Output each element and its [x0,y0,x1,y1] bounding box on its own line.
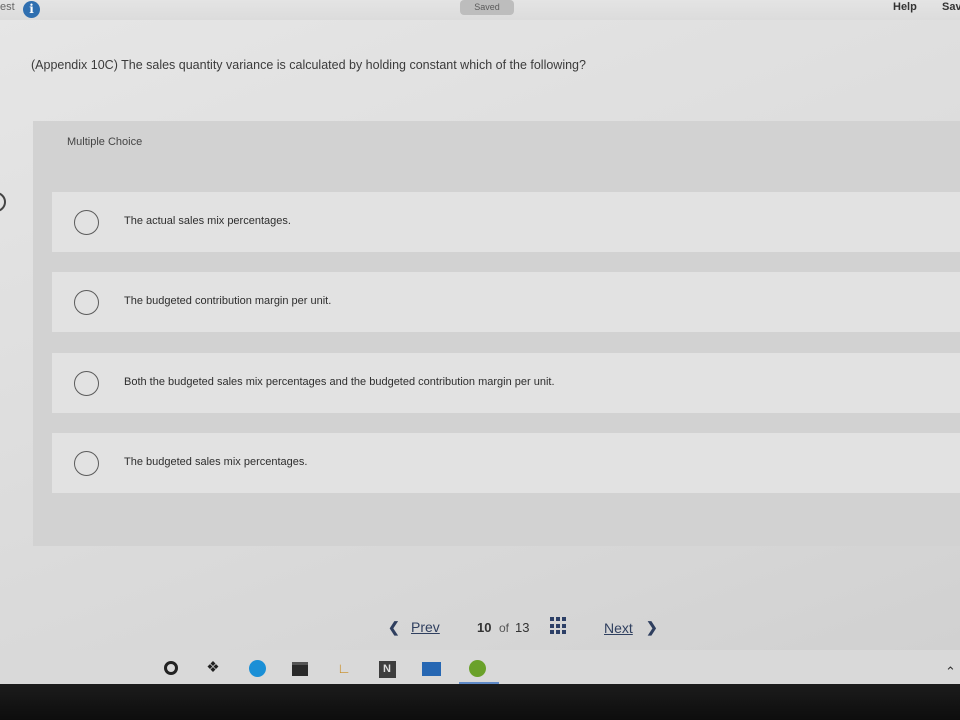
option-3[interactable]: Both the budgeted sales mix percentages … [52,353,960,413]
save-exit-link[interactable]: Sav [942,1,960,13]
left-edge-circle [0,192,6,212]
radio-button[interactable] [74,290,99,315]
top-bar: est i Saved Help Sav [0,0,960,20]
option-2[interactable]: The budgeted contribution margin per uni… [52,272,960,332]
prev-button[interactable]: Prev [411,619,440,635]
option-label: The budgeted contribution margin per uni… [124,295,332,307]
screen-bezel [0,684,960,720]
radio-button[interactable] [74,371,99,396]
cortana-icon[interactable] [160,658,182,678]
chevron-left-icon[interactable]: ❮ [388,619,400,636]
help-link[interactable]: Help [893,1,917,13]
quiz-screen: est i Saved Help Sav (Appendix 10C) The … [0,0,960,720]
next-button[interactable]: Next [604,620,633,636]
chevron-right-icon[interactable]: ❯ [646,619,658,636]
question-type-label: Multiple Choice [67,136,143,148]
chevron-up-icon[interactable]: ⌃ [945,664,956,680]
current-page-number: 10 [477,620,492,635]
app-icon[interactable]: ∟ [333,658,355,678]
browser-icon[interactable] [466,658,488,678]
question-text: (Appendix 10C) The sales quantity varian… [31,58,586,72]
info-icon[interactable]: i [23,1,40,18]
option-label: Both the budgeted sales mix percentages … [124,376,555,388]
saved-status-badge: Saved [460,0,514,15]
radio-button[interactable] [74,451,99,476]
store-icon[interactable] [289,658,311,678]
question-grid-icon[interactable] [550,617,568,635]
option-4[interactable]: The budgeted sales mix percentages. [52,433,960,493]
total-pages-number: 13 [515,620,530,635]
radio-button[interactable] [74,210,99,235]
test-title: est [0,1,15,13]
option-1[interactable]: The actual sales mix percentages. [52,192,960,252]
mail-icon[interactable] [420,658,442,678]
edge-icon[interactable] [246,658,268,678]
dropbox-icon[interactable]: ❖ [202,658,224,678]
option-label: The actual sales mix percentages. [124,215,291,227]
page-of-label: of [499,621,510,635]
option-label: The budgeted sales mix percentages. [124,456,308,468]
onenote-icon[interactable]: N [376,658,398,678]
